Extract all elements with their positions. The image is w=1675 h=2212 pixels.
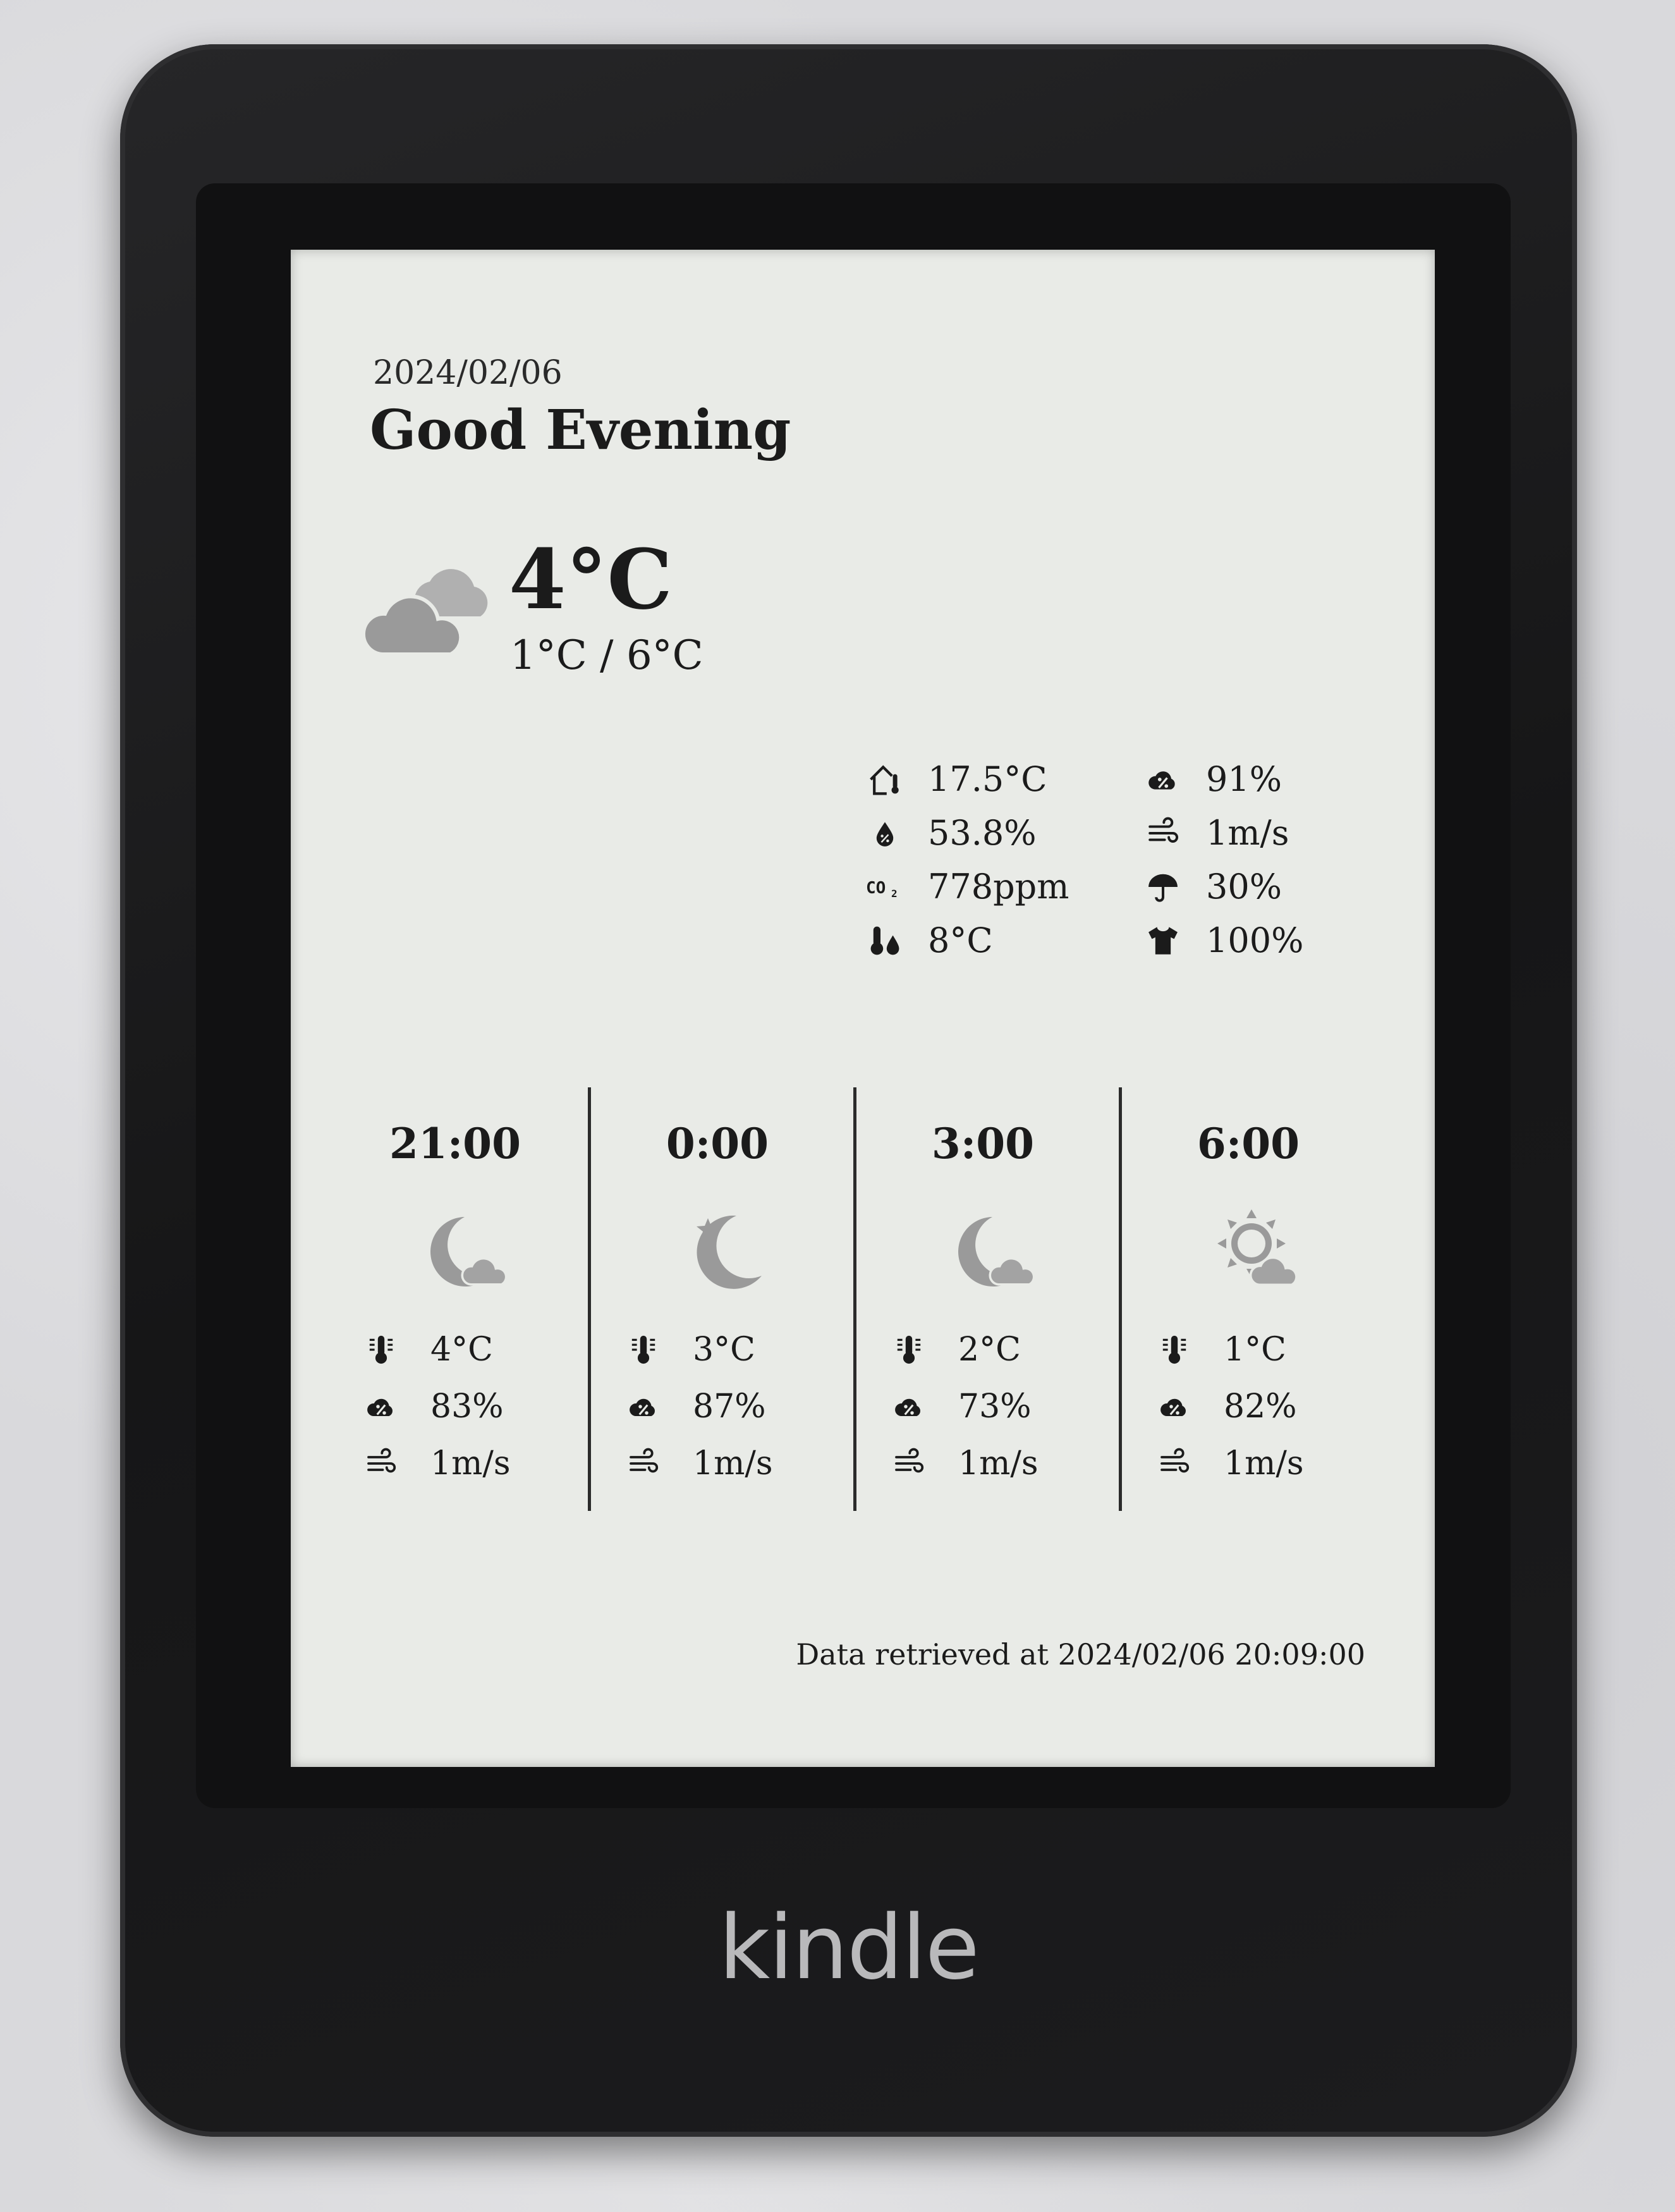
forecast-temp-row: 1°C (1157, 1321, 1304, 1378)
wind-icon (1144, 816, 1182, 851)
forecast-temp-row: 4°C (363, 1321, 511, 1378)
forecast-stats: 3°C 87% 1m/s (626, 1321, 773, 1492)
indoor-temperature-row: 17.5°C (866, 752, 1069, 806)
forecast-stats: 2°C 73% 1m/s (891, 1321, 1038, 1492)
indoor-humidity-row: 53.8% (866, 806, 1069, 860)
forecast-humidity-row: 73% (891, 1378, 1038, 1435)
sun-cloud-icon (1217, 1209, 1298, 1286)
forecast-temp: 3°C (693, 1331, 755, 1369)
kindle-logo: kindle (719, 1897, 980, 2000)
moon-star-icon (697, 1215, 762, 1289)
moon-cloud-icon (958, 1217, 1035, 1286)
forecast-stats: 1°C 82% 1m/s (1157, 1321, 1304, 1492)
tshirt-icon (1144, 923, 1182, 958)
laundry-value: 100% (1206, 920, 1304, 960)
forecast-humidity-row: 87% (626, 1378, 773, 1435)
forecast-column: 6:00 1°C 82% 1m/s (1122, 1087, 1375, 1511)
house-thermometer-icon (866, 762, 904, 797)
laundry-row: 100% (1144, 914, 1303, 967)
cloud-percent-icon (626, 1390, 661, 1423)
co2-value: 778ppm (928, 867, 1069, 907)
forecast-column: 21:00 4°C 83% 1m/s (329, 1087, 582, 1511)
co2-row: CO 2 778ppm (866, 860, 1069, 914)
wind-row: 1m/s (1144, 806, 1303, 860)
forecast-wind-row: 1m/s (1157, 1435, 1304, 1492)
forecast-time: 0:00 (666, 1119, 769, 1168)
data-retrieved-timestamp: Data retrieved at 2024/02/06 20:09:00 (796, 1637, 1365, 1671)
details-column-right: 91% 1m/s 30% 100% (1144, 752, 1303, 967)
forecast-temp: 2°C (958, 1331, 1021, 1369)
forecast-column: 3:00 2°C 73% 1m/s (856, 1087, 1109, 1511)
forecast-wind: 1m/s (958, 1445, 1038, 1482)
forecast-wind: 1m/s (1224, 1445, 1304, 1482)
cloud-percent-icon (363, 1390, 399, 1423)
cloud-percent-icon (1144, 762, 1182, 797)
cloud-percent-icon (1157, 1390, 1192, 1423)
forecast-humidity-row: 82% (1157, 1378, 1304, 1435)
wind-icon (626, 1447, 661, 1480)
humidity-drop-icon (866, 816, 904, 851)
forecast-humidity: 73% (958, 1388, 1032, 1426)
svg-text:2: 2 (891, 888, 898, 900)
thermometer-icon (626, 1333, 661, 1366)
svg-text:CO: CO (866, 879, 886, 898)
forecast-temp: 1°C (1224, 1331, 1286, 1369)
forecast-time: 21:00 (389, 1119, 521, 1168)
forecast-humidity-row: 83% (363, 1378, 511, 1435)
forecast-humidity: 82% (1224, 1388, 1297, 1426)
forecast-humidity: 83% (430, 1388, 504, 1426)
thermometer-icon (363, 1333, 399, 1366)
thermometer-icon (891, 1333, 927, 1366)
details-column-left: 17.5°C 53.8% CO 2 778ppm 8°C (866, 752, 1069, 967)
forecast-humidity: 87% (693, 1388, 766, 1426)
hourly-forecast: 21:00 4°C 83% 1m/s 0:00 3°C 87% 1m/s 3:0… (329, 1087, 1403, 1511)
dew-point-icon (866, 923, 904, 958)
wind-icon (1157, 1447, 1192, 1480)
indoor-humidity-value: 53.8% (928, 813, 1037, 853)
forecast-temp-row: 2°C (891, 1321, 1038, 1378)
forecast-time: 3:00 (931, 1119, 1035, 1168)
forecast-stats: 4°C 83% 1m/s (363, 1321, 511, 1492)
thermometer-icon (1157, 1333, 1192, 1366)
forecast-wind: 1m/s (693, 1445, 773, 1482)
wind-icon (363, 1447, 399, 1480)
dew-point-value: 8°C (928, 920, 993, 960)
precipitation-row: 30% (1144, 860, 1303, 914)
wind-value: 1m/s (1206, 813, 1289, 853)
precipitation-value: 30% (1206, 867, 1282, 907)
indoor-temperature-value: 17.5°C (928, 759, 1047, 799)
forecast-wind: 1m/s (430, 1445, 511, 1482)
current-date: 2024/02/06 (373, 354, 563, 392)
forecast-temp: 4°C (430, 1331, 493, 1369)
forecast-temp-row: 3°C (626, 1321, 773, 1378)
moon-cloud-icon (430, 1217, 508, 1286)
wind-icon (891, 1447, 927, 1480)
co2-icon: CO 2 (866, 869, 904, 905)
temperature-range: 1°C / 6°C (510, 632, 704, 679)
greeting-title: Good Evening (370, 398, 791, 462)
forecast-wind-row: 1m/s (626, 1435, 773, 1492)
cloud-cover-row: 91% (1144, 752, 1303, 806)
umbrella-icon (1144, 869, 1182, 905)
cloudy-icon (363, 569, 488, 656)
eink-screen: 2024/02/06 Good Evening 4°C 1°C / 6°C 17… (291, 250, 1435, 1767)
forecast-time: 6:00 (1197, 1119, 1300, 1168)
forecast-wind-row: 1m/s (891, 1435, 1038, 1492)
current-temperature: 4°C (509, 531, 673, 628)
forecast-column: 0:00 3°C 87% 1m/s (591, 1087, 844, 1511)
forecast-wind-row: 1m/s (363, 1435, 511, 1492)
dew-point-row: 8°C (866, 914, 1069, 967)
cloud-percent-icon (891, 1390, 927, 1423)
cloud-cover-value: 91% (1206, 759, 1282, 799)
